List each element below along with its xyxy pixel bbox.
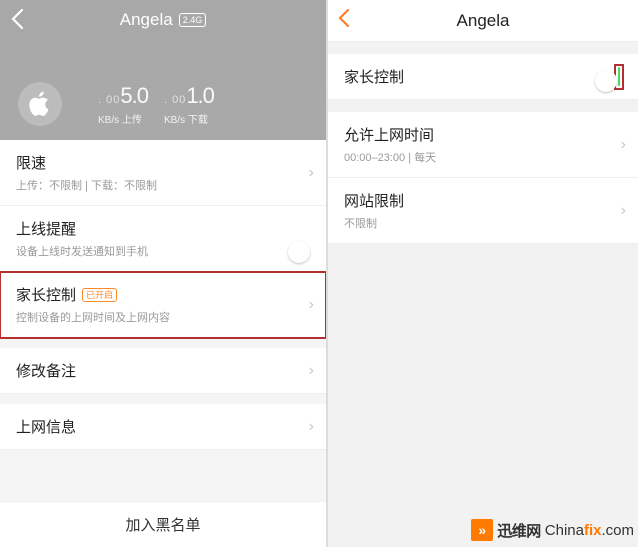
- chevron-right-icon: ›: [621, 136, 626, 154]
- row-title: 上线提醒: [16, 218, 76, 239]
- device-header: Angela 2.4G . 005.0 KB/s 上传 . 001.0 KB/s…: [0, 0, 326, 140]
- row-title: 网站限制: [344, 190, 404, 211]
- watermark: » 迅维网 Chinafix.com: [471, 519, 634, 541]
- row-title: 家长控制: [344, 66, 404, 87]
- blacklist-button[interactable]: 加入黑名单: [0, 501, 326, 547]
- chevron-right-icon: ›: [309, 296, 314, 314]
- enabled-badge: 已开启: [82, 288, 117, 302]
- row-subtitle: 控制设备的上网时间及上网内容: [16, 309, 310, 325]
- watermark-cn: 迅维网: [497, 520, 541, 541]
- header-title: Angela 2.4G: [120, 10, 206, 30]
- speed-limit-row[interactable]: 限速 上传：不限制 | 下载：不限制 ›: [0, 140, 326, 206]
- chevron-right-icon: ›: [309, 362, 314, 380]
- row-title: 限速: [16, 152, 46, 173]
- edit-remark-row[interactable]: 修改备注 ›: [0, 348, 326, 394]
- parental-toggle[interactable]: [614, 64, 624, 90]
- section-gap: [328, 100, 638, 112]
- footer-label: 加入黑名单: [125, 514, 200, 535]
- device-name: Angela: [120, 10, 173, 30]
- apple-icon: [29, 91, 51, 117]
- back-icon[interactable]: [338, 8, 350, 34]
- row-subtitle: 上传：不限制 | 下载：不限制: [16, 177, 310, 193]
- header-title: Angela: [457, 11, 510, 31]
- row-title: 上网信息: [16, 416, 76, 437]
- section-gap: [328, 42, 638, 54]
- parental-control-screen: Angela 家长控制 允许上网时间 00:00–23:00 | 每天 › 网站…: [328, 0, 638, 547]
- parental-control-row[interactable]: 家长控制 已开启 控制设备的上网时间及上网内容 ›: [0, 272, 326, 338]
- row-subtitle: 00:00–23:00 | 每天: [344, 149, 622, 165]
- site-limit-row[interactable]: 网站限制 不限制 ›: [328, 178, 638, 244]
- online-alert-row[interactable]: 上线提醒 设备上线时发送通知到手机: [0, 206, 326, 272]
- row-title: 家长控制: [16, 284, 76, 305]
- header: Angela: [328, 0, 638, 42]
- watermark-icon: »: [471, 519, 493, 541]
- section-gap: [0, 338, 326, 348]
- device-avatar: [18, 82, 62, 126]
- device-detail-screen: Angela 2.4G . 005.0 KB/s 上传 . 001.0 KB/s…: [0, 0, 328, 547]
- chevron-right-icon: ›: [309, 164, 314, 182]
- download-stat: . 001.0 KB/s 下载: [164, 83, 214, 126]
- parental-toggle-row[interactable]: 家长控制: [328, 54, 638, 100]
- row-subtitle: 设备上线时发送通知到手机: [16, 243, 310, 259]
- chevron-right-icon: ›: [621, 202, 626, 220]
- allow-time-row[interactable]: 允许上网时间 00:00–23:00 | 每天 ›: [328, 112, 638, 178]
- row-title: 允许上网时间: [344, 124, 434, 145]
- chevron-right-icon: ›: [309, 418, 314, 436]
- settings-list: 限速 上传：不限制 | 下载：不限制 › 上线提醒 设备上线时发送通知到手机 家…: [0, 140, 326, 450]
- watermark-en: Chinafix.com: [545, 522, 634, 539]
- upload-stat: . 005.0 KB/s 上传: [98, 83, 148, 126]
- back-icon[interactable]: [10, 8, 24, 36]
- row-title: 修改备注: [16, 360, 76, 381]
- row-subtitle: 不限制: [344, 215, 622, 231]
- section-gap: [0, 394, 326, 404]
- wifi-band-badge: 2.4G: [179, 13, 207, 27]
- network-info-row[interactable]: 上网信息 ›: [0, 404, 326, 450]
